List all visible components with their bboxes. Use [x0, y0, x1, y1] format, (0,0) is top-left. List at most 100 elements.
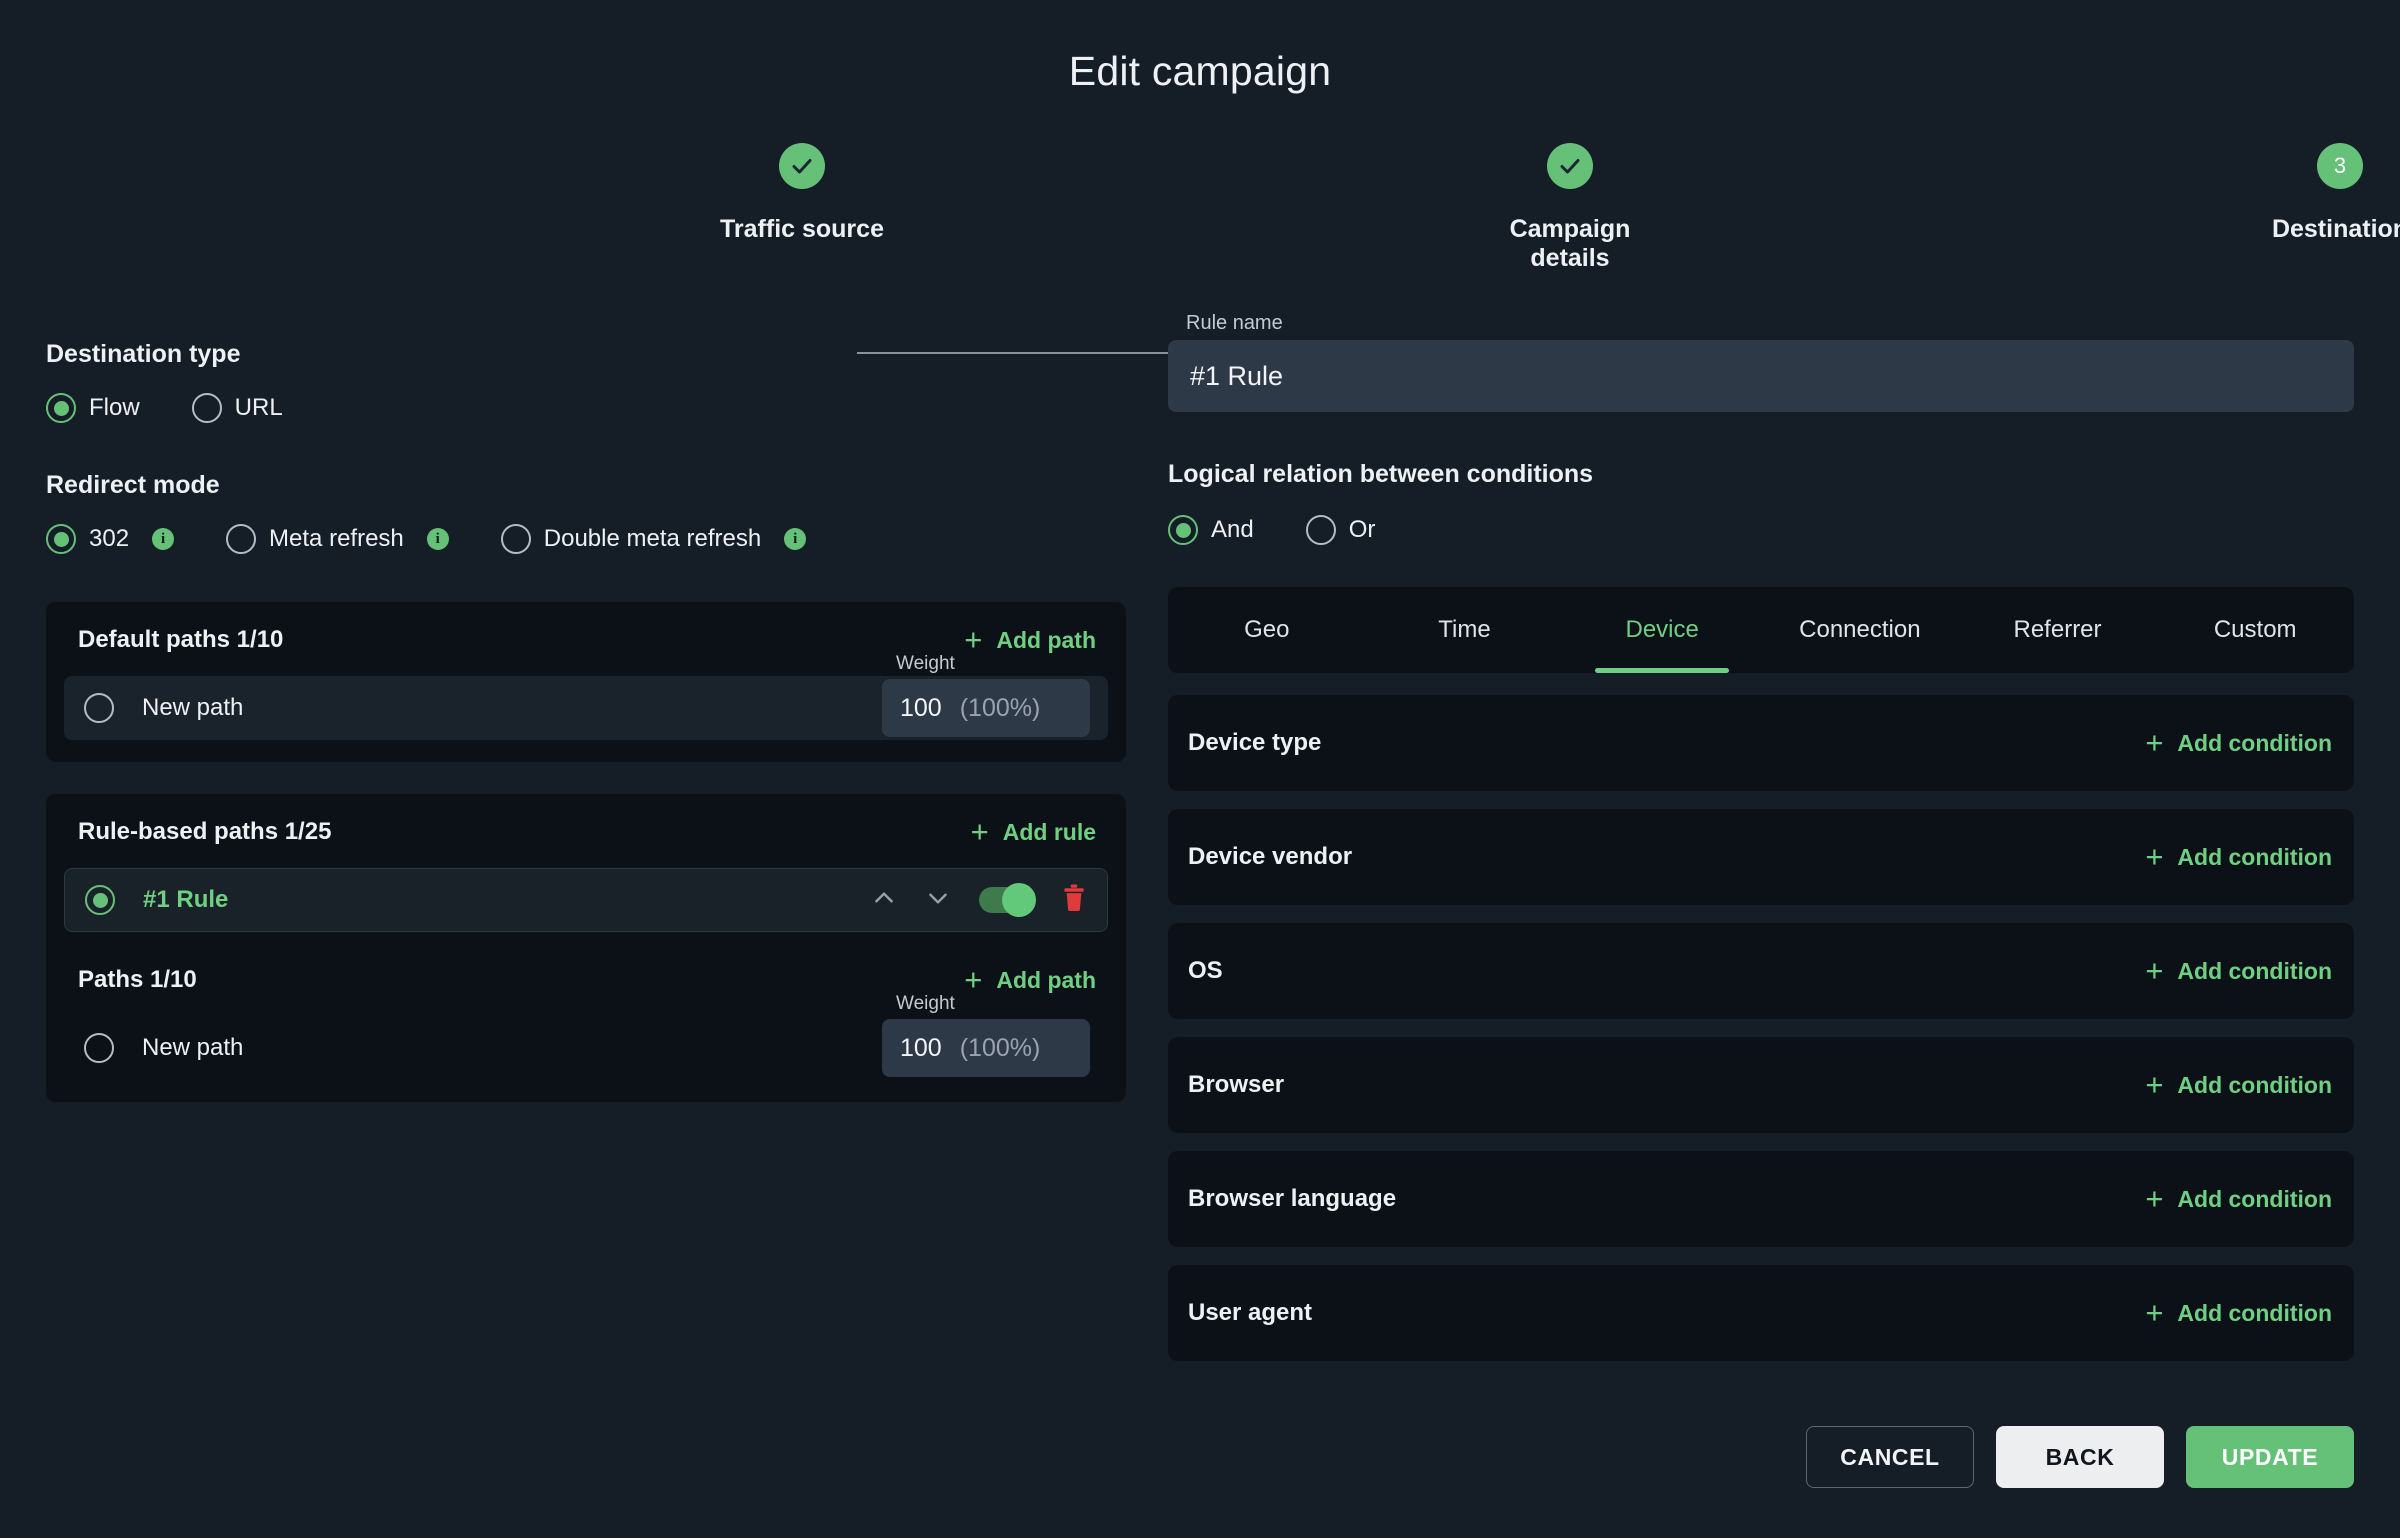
step-label: Campaign details [1509, 215, 1631, 272]
radio-relation-or[interactable]: Or [1305, 515, 1376, 545]
radio-indicator[interactable] [84, 1033, 114, 1063]
add-path-label: Add path [996, 966, 1096, 993]
weight-legend: Weight [896, 653, 955, 674]
radio-destination-type-url[interactable]: URL [191, 393, 283, 423]
radio-indicator [1305, 515, 1336, 545]
redirect-mode-radio-group: 302 i Meta refresh i Double meta refresh… [46, 524, 1126, 554]
stepper-step-destination[interactable]: 3 Destination [2240, 143, 2400, 244]
info-icon[interactable]: i [784, 528, 807, 550]
plus-icon: + [2145, 1180, 2164, 1216]
add-condition-button[interactable]: + Add condition [2145, 1066, 2332, 1102]
rule-enabled-toggle[interactable] [979, 883, 1036, 917]
add-condition-label: Add condition [2177, 1185, 2332, 1212]
plus-icon: + [970, 813, 989, 849]
radio-indicator[interactable] [84, 693, 114, 723]
radio-redirect-meta-refresh[interactable]: Meta refresh i [226, 524, 449, 554]
left-panel: Destination type Flow URL Redirect mode … [46, 340, 1126, 1134]
trash-icon[interactable] [1061, 884, 1087, 917]
default-path-row[interactable]: New path Weight 100 (100%) [64, 653, 1108, 740]
rule-row[interactable]: #1 Rule [64, 868, 1108, 932]
rule-name-field[interactable]: Rule name [1168, 312, 2354, 412]
default-paths-card: Default paths 1/10 + Add path New path W… [46, 602, 1126, 762]
plus-icon: + [2145, 838, 2164, 874]
chevron-up-icon[interactable] [871, 885, 897, 916]
radio-redirect-302[interactable]: 302 i [46, 524, 175, 554]
add-condition-label: Add condition [2177, 843, 2332, 870]
radio-indicator [500, 524, 531, 554]
tab-custom[interactable]: Custom [2156, 587, 2354, 673]
add-condition-label: Add condition [2177, 1299, 2332, 1326]
footer-actions: CANCEL BACK UPDATE [1806, 1426, 2354, 1488]
wizard-stepper: Traffic source Campaign details 3 Destin… [370, 143, 2400, 354]
add-condition-button[interactable]: + Add condition [2145, 955, 2332, 986]
plus-icon: + [2145, 1066, 2164, 1102]
add-condition-button[interactable]: + Add condition [2145, 724, 2332, 760]
add-condition-label: Add condition [2177, 1071, 2332, 1098]
weight-field[interactable]: Weight 100 (100%) [882, 993, 1090, 1077]
radio-indicator [1168, 515, 1198, 545]
weight-field[interactable]: Weight 100 (100%) [882, 653, 1090, 737]
plus-icon: + [2145, 724, 2164, 760]
condition-row-browser: Browser + Add condition [1168, 1037, 2354, 1133]
tab-connection[interactable]: Connection [1761, 587, 1959, 673]
rule-name-input[interactable] [1190, 360, 2332, 392]
info-icon[interactable]: i [426, 528, 449, 550]
stepper-step-campaign-details[interactable]: Campaign details [1470, 143, 1670, 273]
cancel-button[interactable]: CANCEL [1806, 1426, 1974, 1488]
info-icon[interactable]: i [152, 528, 175, 550]
default-paths-title: Default paths 1/10 [78, 626, 284, 653]
tab-geo[interactable]: Geo [1168, 587, 1366, 673]
radio-label: Or [1348, 516, 1376, 543]
condition-row-device-type: Device type + Add condition [1168, 695, 2354, 791]
rule-based-paths-header: Rule-based paths 1/25 + Add rule [64, 813, 1108, 849]
back-button[interactable]: BACK [1996, 1426, 2164, 1488]
weight-percent: (100%) [959, 1033, 1041, 1062]
update-button[interactable]: UPDATE [2186, 1426, 2354, 1488]
add-condition-button[interactable]: + Add condition [2145, 1294, 2332, 1330]
tab-referrer[interactable]: Referrer [1959, 587, 2157, 673]
radio-redirect-double-meta-refresh[interactable]: Double meta refresh i [500, 524, 807, 554]
logical-relation-radio-group: And Or [1168, 515, 2354, 545]
condition-row-user-agent: User agent + Add condition [1168, 1265, 2354, 1361]
rule-path-row[interactable]: New path Weight 100 (100%) [64, 993, 1108, 1080]
radio-label: And [1211, 516, 1254, 543]
weight-legend: Weight [896, 993, 955, 1014]
condition-label: Browser [1188, 1071, 1285, 1098]
add-condition-button[interactable]: + Add condition [2145, 1180, 2332, 1216]
redirect-mode-heading: Redirect mode [46, 471, 220, 499]
condition-label: Device vendor [1188, 843, 1353, 870]
add-path-label: Add path [996, 626, 1096, 653]
stepper-step-traffic-source[interactable]: Traffic source [702, 143, 902, 244]
condition-label: Browser language [1188, 1185, 1397, 1212]
plus-icon: + [964, 621, 983, 657]
step-number: 3 [2317, 143, 2363, 189]
add-rule-button[interactable]: + Add rule [970, 813, 1096, 849]
radio-label: URL [234, 394, 283, 421]
radio-label: 302 [89, 525, 130, 552]
paths-subheader: Paths 1/10 + Add path [64, 964, 1108, 995]
weight-value[interactable]: 100 [900, 694, 942, 723]
rule-based-paths-title: Rule-based paths 1/25 [78, 818, 332, 845]
path-label: New path [142, 1034, 244, 1061]
radio-relation-and[interactable]: And [1168, 515, 1254, 545]
radio-indicator [46, 393, 76, 423]
add-path-button[interactable]: + Add path [964, 621, 1096, 657]
radio-indicator [191, 393, 222, 423]
chevron-down-icon[interactable] [925, 885, 951, 916]
radio-destination-type-flow[interactable]: Flow [46, 393, 140, 423]
condition-tabs: Geo Time Device Connection Referrer Cust… [1168, 587, 2354, 673]
tab-time[interactable]: Time [1366, 587, 1564, 673]
add-condition-button[interactable]: + Add condition [2145, 838, 2332, 874]
condition-label: OS [1188, 957, 1223, 984]
add-path-button-rule[interactable]: + Add path [964, 964, 1096, 995]
step-label: Destination [2271, 215, 2400, 243]
condition-row-os: OS + Add condition [1168, 923, 2354, 1019]
tab-device[interactable]: Device [1563, 587, 1761, 673]
weight-value[interactable]: 100 [900, 1034, 942, 1063]
radio-indicator[interactable] [85, 885, 115, 915]
radio-indicator [46, 524, 76, 554]
condition-row-browser-language: Browser language + Add condition [1168, 1151, 2354, 1247]
right-panel: Rule name Logical relation between condi… [1168, 312, 2354, 1379]
plus-icon: + [2145, 1294, 2164, 1330]
edit-campaign-page: Edit campaign Traffic source Campaign de… [0, 0, 2400, 1538]
